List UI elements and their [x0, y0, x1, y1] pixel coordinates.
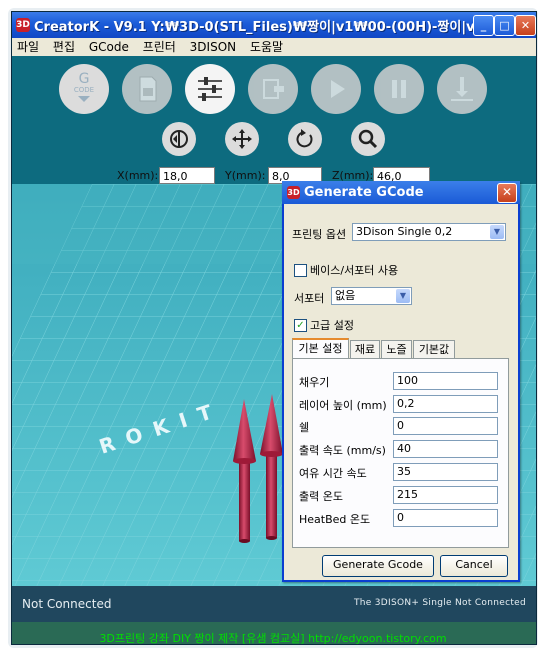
base-support-checkbox[interactable]	[294, 264, 307, 277]
slice-settings-button[interactable]	[185, 64, 235, 114]
shell-label: 쉘	[299, 421, 310, 434]
menu-bar: 파일 편집 GCode 프린터 3DISON 도움말	[12, 38, 536, 56]
toolbar: G CODE X(mm): 18,0 Y(mm): 8,0 Z(mm): 46,…	[12, 56, 536, 184]
dialog-title: Generate GCode	[304, 185, 424, 200]
app-icon: 3D	[16, 18, 30, 32]
gcode-button[interactable]: G CODE	[59, 64, 109, 114]
menu-file[interactable]: 파일	[12, 38, 44, 56]
connect-icon	[263, 79, 284, 99]
tab-basic[interactable]: 기본 설정	[292, 338, 349, 360]
close-button[interactable]: ✕	[515, 15, 536, 36]
rotate-icon	[296, 129, 313, 148]
generate-gcode-dialog: 3D Generate GCode ✕ 프린팅 옵션 3Dison Single…	[282, 181, 520, 582]
x-label: X(mm):	[117, 169, 159, 182]
print-option-select[interactable]: 3Dison Single 0,2 ▼	[352, 223, 506, 241]
base-support-label: 베이스/서포터 사용	[310, 264, 399, 277]
magnifier-icon	[358, 129, 378, 149]
sliders-icon	[198, 77, 222, 101]
infill-label: 채우기	[299, 376, 330, 389]
menu-gcode[interactable]: GCode	[84, 38, 134, 56]
pause-icon	[392, 80, 406, 98]
chevron-down-icon: ▼	[396, 289, 410, 303]
cancel-button[interactable]: Cancel	[440, 555, 508, 577]
mirror-icon	[170, 130, 188, 148]
title-bar[interactable]: 3D CreatorK - V9.1 Y:₩3D-0(STL_Files)₩짱이…	[12, 12, 536, 38]
status-bar: Not Connected The 3DISON+ Single Not Con…	[12, 586, 536, 622]
menu-help[interactable]: 도움말	[245, 38, 288, 56]
tab-material[interactable]: 재료	[350, 340, 380, 358]
dialog-close-button[interactable]: ✕	[497, 183, 517, 203]
shell-input[interactable]: 0	[393, 417, 498, 435]
layer-height-input[interactable]: 0,2	[393, 395, 498, 413]
tab-nozzle[interactable]: 노즐	[381, 340, 412, 358]
advanced-settings-checkbox[interactable]: ✓	[294, 319, 307, 332]
infill-input[interactable]: 100	[393, 372, 498, 390]
travel-speed-label: 여유 시간 속도	[299, 467, 367, 480]
support-select[interactable]: 없음 ▼	[331, 287, 412, 305]
x-input[interactable]: 18,0	[159, 167, 215, 184]
menu-edit[interactable]: 편집	[48, 38, 80, 56]
y-label: Y(mm):	[225, 169, 266, 182]
connect-button[interactable]	[248, 64, 298, 114]
heatbed-temp-input[interactable]: 0	[393, 509, 498, 527]
menu-printer[interactable]: 프린터	[138, 38, 181, 56]
nozzle-icon	[451, 77, 473, 101]
printer-status: The 3DISON+ Single Not Connected	[353, 598, 526, 608]
menu-3dison[interactable]: 3DISON	[185, 38, 241, 56]
move-button[interactable]	[225, 122, 259, 156]
tab-defaults[interactable]: 기본값	[413, 340, 455, 358]
print-option-label: 프린팅 옵션	[292, 228, 347, 241]
pause-button[interactable]	[374, 64, 424, 114]
travel-speed-input[interactable]: 35	[393, 463, 498, 481]
basic-settings-panel: 채우기 100 레이어 높이 (mm) 0,2 쉘 0 출력 속도 (mm/s)…	[292, 358, 509, 548]
nozzle-button[interactable]	[437, 64, 487, 114]
print-speed-label: 출력 속도 (mm/s)	[299, 444, 386, 457]
print-temp-label: 출력 온도	[299, 490, 343, 503]
sd-card-icon	[139, 76, 157, 102]
maximize-button[interactable]: □	[494, 15, 515, 36]
layer-height-label: 레이어 높이 (mm)	[299, 399, 387, 412]
dialog-app-icon: 3D	[287, 186, 300, 199]
footer-credit: 3D프린팅 강좌 DIY 짱이 제작 [유샘 컴교실] http://edyoo…	[99, 632, 447, 645]
window-title: CreatorK - V9.1 Y:₩3D-0(STL_Files)₩짱이|v1…	[34, 20, 474, 35]
print-speed-input[interactable]: 40	[393, 440, 498, 458]
play-icon	[331, 80, 345, 98]
zoom-button[interactable]	[351, 122, 385, 156]
generate-gcode-button[interactable]: Generate Gcode	[322, 555, 434, 577]
mirror-button[interactable]	[162, 122, 196, 156]
minimize-button[interactable]: _	[473, 15, 494, 36]
advanced-settings-label: 고급 설정	[310, 319, 354, 332]
dialog-title-bar[interactable]: 3D Generate GCode ✕	[282, 181, 520, 204]
connection-status: Not Connected	[22, 597, 112, 611]
rotate-button[interactable]	[288, 122, 322, 156]
gcode-icon: G CODE	[59, 72, 109, 102]
heatbed-temp-label: HeatBed 온도	[299, 513, 371, 526]
print-temp-input[interactable]: 215	[393, 486, 498, 504]
move-icon	[232, 129, 252, 149]
support-label: 서포터	[294, 292, 325, 305]
chevron-down-icon: ▼	[490, 225, 504, 239]
play-button[interactable]	[311, 64, 361, 114]
sd-card-button[interactable]	[122, 64, 172, 114]
